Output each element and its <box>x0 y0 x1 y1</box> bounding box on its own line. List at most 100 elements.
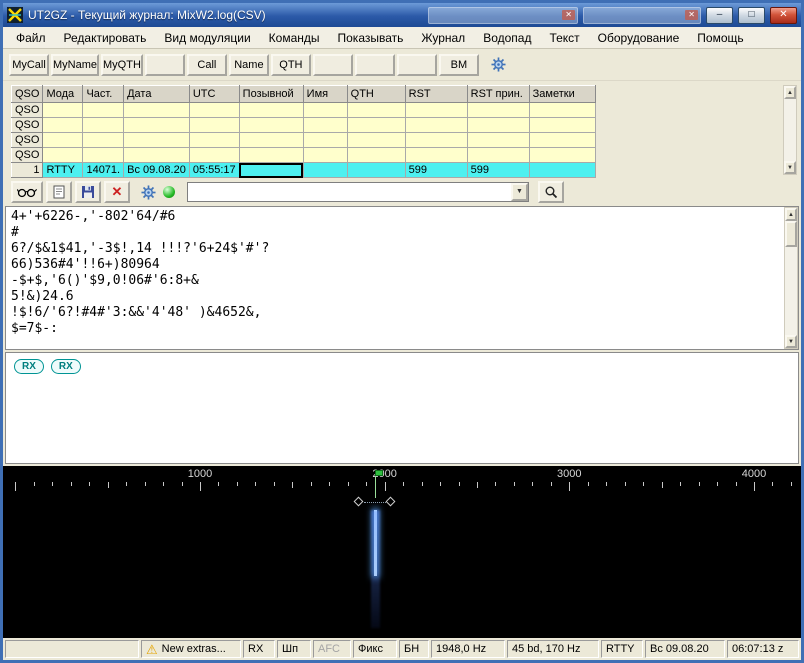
macro-button-Call[interactable]: Call <box>187 54 227 76</box>
log-cell[interactable] <box>124 133 190 148</box>
marker-flag-icon[interactable] <box>375 470 383 476</box>
log-cell[interactable] <box>529 118 595 133</box>
log-col-header[interactable]: RST прин. <box>467 86 529 103</box>
macro-button-blank-9[interactable] <box>397 54 437 76</box>
log-cell[interactable] <box>529 103 595 118</box>
log-cell[interactable] <box>43 103 83 118</box>
search-input[interactable] <box>188 183 511 201</box>
log-cell[interactable]: Вс 09.08.20 <box>124 163 190 178</box>
tx-panel[interactable]: RXRX <box>5 352 799 464</box>
log-cell[interactable] <box>189 133 239 148</box>
rx-scroll-thumb[interactable] <box>785 221 797 247</box>
background-window[interactable]: ✕ <box>583 7 701 24</box>
menu-item-2[interactable]: Редактировать <box>55 28 156 48</box>
menu-item-5[interactable]: Показывать <box>329 28 413 48</box>
log-cell[interactable] <box>529 133 595 148</box>
log-col-header[interactable]: QSO <box>12 86 43 103</box>
gear-icon[interactable] <box>141 185 156 200</box>
log-cell[interactable] <box>405 148 467 163</box>
log-col-header[interactable]: Заметки <box>529 86 595 103</box>
macro-button-Name[interactable]: Name <box>229 54 269 76</box>
rx-scroll-track[interactable] <box>785 247 797 335</box>
log-cell[interactable] <box>467 133 529 148</box>
log-row-header[interactable]: QSO <box>12 133 43 148</box>
macro-button-blank-3[interactable] <box>145 54 185 76</box>
rx-text[interactable]: 4+'+6226-,'-802'64/#6 # 6?/$&1$41,'-3$!,… <box>6 207 784 349</box>
log-cell[interactable] <box>303 118 347 133</box>
menu-item-8[interactable]: Текст <box>540 28 588 48</box>
log-cell[interactable] <box>43 148 83 163</box>
menu-item-7[interactable]: Водопад <box>474 28 540 48</box>
log-row-header[interactable]: QSO <box>12 103 43 118</box>
log-col-header[interactable]: QTH <box>347 86 405 103</box>
log-cell[interactable] <box>189 148 239 163</box>
macro-button-MyQTH[interactable]: MyQTH <box>101 54 143 76</box>
save-button[interactable] <box>75 181 101 203</box>
log-cell[interactable] <box>124 118 190 133</box>
macro-button-blank-8[interactable] <box>355 54 395 76</box>
log-scrollbar[interactable]: ▲ ▼ <box>783 85 797 175</box>
log-cell[interactable]: 599 <box>405 163 467 178</box>
log-cell[interactable] <box>529 148 595 163</box>
log-cell[interactable] <box>405 118 467 133</box>
close-button[interactable]: ✕ <box>770 7 797 24</box>
log-cell[interactable] <box>239 103 303 118</box>
log-cell[interactable] <box>405 133 467 148</box>
log-col-header[interactable]: Позывной <box>239 86 303 103</box>
maximize-button[interactable]: □ <box>738 7 765 24</box>
log-cell[interactable] <box>189 118 239 133</box>
log-cell[interactable] <box>83 133 124 148</box>
menu-item-4[interactable]: Команды <box>260 28 329 48</box>
letter-button[interactable] <box>46 181 72 203</box>
log-col-header[interactable]: Имя <box>303 86 347 103</box>
glasses-button[interactable] <box>11 181 43 203</box>
waterfall[interactable]: 1000200030004000 <box>3 466 801 638</box>
search-button[interactable] <box>538 181 564 203</box>
menu-item-3[interactable]: Вид модуляции <box>155 28 259 48</box>
menu-item-6[interactable]: Журнал <box>412 28 474 48</box>
log-cell[interactable] <box>83 103 124 118</box>
log-cell[interactable]: 05:55:17 <box>189 163 239 178</box>
log-cell[interactable] <box>405 103 467 118</box>
menu-item-9[interactable]: Оборудование <box>589 28 689 48</box>
minimize-button[interactable]: – <box>706 7 733 24</box>
log-cell[interactable]: 14071. <box>83 163 124 178</box>
log-cell[interactable] <box>347 103 405 118</box>
log-cell[interactable] <box>467 118 529 133</box>
gear-icon[interactable] <box>491 57 506 72</box>
log-cell[interactable] <box>467 148 529 163</box>
log-cell[interactable] <box>43 118 83 133</box>
log-cell[interactable] <box>347 148 405 163</box>
scroll-down-icon[interactable]: ▼ <box>784 161 796 174</box>
delete-button[interactable]: ✕ <box>104 181 130 203</box>
log-cell[interactable] <box>529 163 595 178</box>
green-light-icon[interactable] <box>163 186 175 198</box>
scroll-down-icon[interactable]: ▼ <box>785 335 797 348</box>
log-row-header[interactable]: QSO <box>12 118 43 133</box>
macro-button-MyName[interactable]: MyName <box>51 54 99 76</box>
combo-dropdown-icon[interactable]: ▼ <box>511 183 528 201</box>
log-col-header[interactable]: Дата <box>124 86 190 103</box>
log-cell[interactable] <box>347 163 405 178</box>
log-row-header[interactable]: 1 <box>12 163 43 178</box>
scroll-up-icon[interactable]: ▲ <box>785 208 797 221</box>
title-bar[interactable]: UT2GZ - Текущий журнал: MixW2.log(CSV) ✕… <box>3 3 801 27</box>
menu-item-10[interactable]: Помощь <box>688 28 752 48</box>
log-cell[interactable] <box>124 103 190 118</box>
log-cell[interactable] <box>347 133 405 148</box>
background-window[interactable]: ✕ <box>428 7 578 24</box>
rx-scrollbar[interactable]: ▲ ▼ <box>784 207 798 349</box>
log-col-header[interactable]: Част. <box>83 86 124 103</box>
log-cell[interactable] <box>303 133 347 148</box>
log-col-header[interactable]: RST <box>405 86 467 103</box>
rx-toggle-button-1[interactable]: RX <box>14 359 44 374</box>
log-cell[interactable] <box>83 118 124 133</box>
marker-diamond-icon[interactable] <box>385 497 395 507</box>
log-row-header[interactable]: QSO <box>12 148 43 163</box>
log-cell[interactable]: RTTY <box>43 163 83 178</box>
log-cell[interactable] <box>83 148 124 163</box>
log-cell[interactable] <box>467 103 529 118</box>
log-cell[interactable] <box>239 148 303 163</box>
log-cell[interactable] <box>239 118 303 133</box>
log-cell[interactable] <box>303 163 347 178</box>
